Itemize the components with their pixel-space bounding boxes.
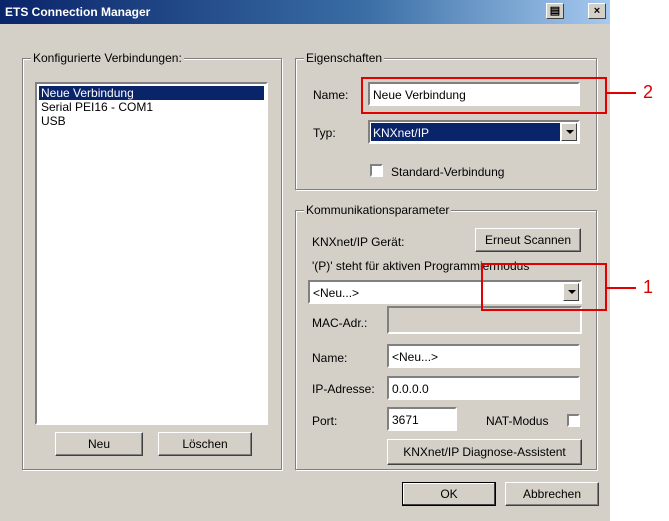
ok-button[interactable]: OK xyxy=(402,482,496,506)
help-icon[interactable]: ▤ xyxy=(546,3,564,19)
device-value: <Neu...> xyxy=(313,286,360,300)
window-title: ETS Connection Manager xyxy=(5,5,151,19)
list-item[interactable]: Neue Verbindung xyxy=(39,86,264,100)
connections-list[interactable]: Neue Verbindung Serial PEI16 - COM1 USB xyxy=(35,82,268,425)
delete-button[interactable]: Löschen xyxy=(158,432,252,456)
new-button[interactable]: Neu xyxy=(55,432,143,456)
device-label: KNXnet/IP Gerät: xyxy=(312,235,405,249)
annotation-label-2: 2 xyxy=(643,82,654,102)
port-label: Port: xyxy=(312,414,338,428)
list-item[interactable]: USB xyxy=(39,114,66,128)
device-name-label: Name: xyxy=(312,351,348,365)
port-input[interactable]: 3671 xyxy=(387,407,457,431)
annotation-label-1: 1 xyxy=(643,277,654,297)
annotation-box-1 xyxy=(481,263,607,311)
name-label: Name: xyxy=(313,88,349,102)
annotation-line-2 xyxy=(606,92,636,94)
cancel-button[interactable]: Abbrechen xyxy=(505,482,599,506)
device-name-input[interactable]: <Neu...> xyxy=(387,344,580,368)
communication-group-label: Kommunikationsparameter xyxy=(304,203,452,217)
connections-group-label: Konfigurierte Verbindungen: xyxy=(31,51,184,65)
diagnose-assistant-button[interactable]: KNXnet/IP Diagnose-Assistent xyxy=(387,439,582,465)
rescan-button[interactable]: Erneut Scannen xyxy=(475,228,581,252)
annotation-line-1 xyxy=(606,287,636,289)
standard-connection-checkbox[interactable] xyxy=(370,164,383,177)
properties-group-label: Eigenschaften xyxy=(304,51,385,65)
standard-connection-label: Standard-Verbindung xyxy=(391,165,505,179)
type-select[interactable]: KNXnet/IP xyxy=(368,120,580,144)
title-bar: ETS Connection Manager ▤ × xyxy=(0,0,610,24)
nat-mode-checkbox[interactable] xyxy=(567,414,580,427)
list-item[interactable]: Serial PEI16 - COM1 xyxy=(39,100,153,114)
chevron-down-icon[interactable] xyxy=(561,123,577,141)
type-value: KNXnet/IP xyxy=(371,123,560,141)
nat-mode-label: NAT-Modus xyxy=(486,414,549,428)
mac-label: MAC-Adr.: xyxy=(312,316,368,330)
type-label: Typ: xyxy=(313,126,336,140)
ip-address-input[interactable]: 0.0.0.0 xyxy=(387,376,580,400)
ip-address-value: 0.0.0.0 xyxy=(392,382,429,396)
device-name-value: <Neu...> xyxy=(392,350,439,364)
ip-address-label: IP-Adresse: xyxy=(312,382,375,396)
port-value: 3671 xyxy=(392,413,419,427)
close-icon[interactable]: × xyxy=(588,3,606,19)
annotation-box-2 xyxy=(361,77,607,114)
